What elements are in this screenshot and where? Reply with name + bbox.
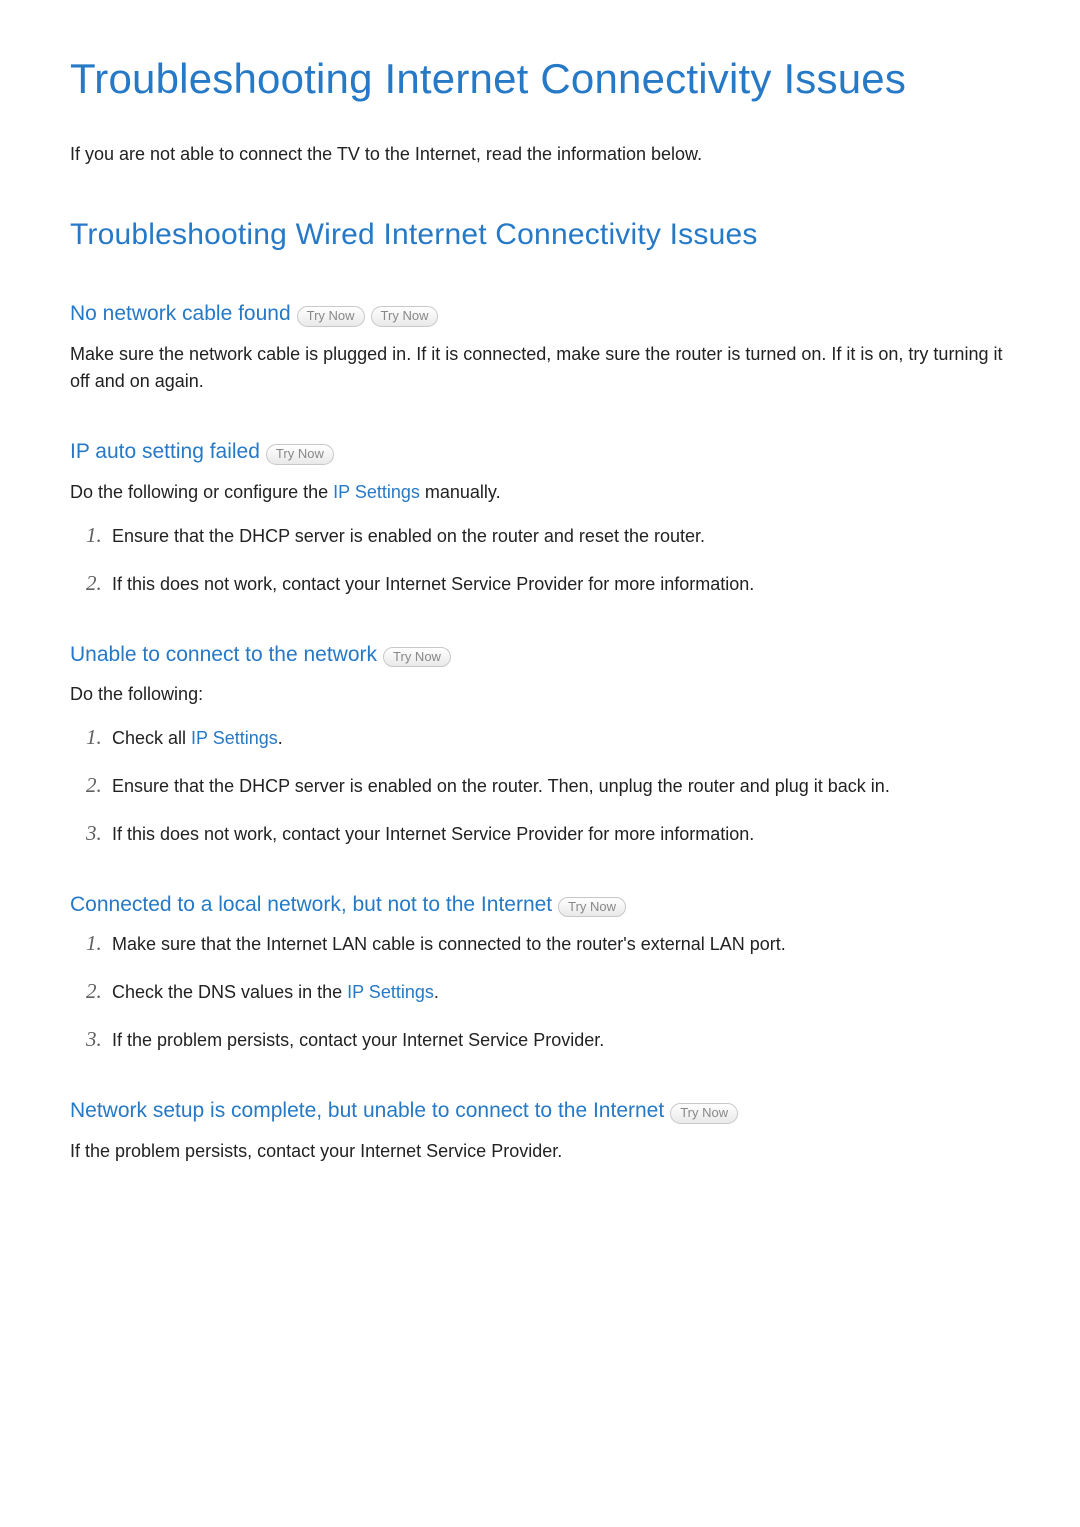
- step-number: 3.: [86, 1027, 112, 1052]
- ip-settings-link[interactable]: IP Settings: [191, 728, 278, 748]
- try-now-button[interactable]: Try Now: [670, 1103, 738, 1124]
- subsection-heading-row: Connected to a local network, but not to…: [70, 893, 1010, 918]
- steps-list: 1. Ensure that the DHCP server is enable…: [70, 523, 1010, 599]
- text-fragment: Check the DNS values in the: [112, 982, 347, 1002]
- text-fragment: Do the following or configure the: [70, 482, 333, 502]
- try-now-button[interactable]: Try Now: [383, 647, 451, 668]
- lead-text: Do the following or configure the IP Set…: [70, 479, 1010, 507]
- page-title: Troubleshooting Internet Connectivity Is…: [70, 55, 1010, 103]
- subsection-heading-row: Network setup is complete, but unable to…: [70, 1099, 1010, 1124]
- subsection-no-cable: No network cable found Try Now Try Now M…: [70, 302, 1010, 396]
- try-now-button[interactable]: Try Now: [371, 306, 439, 327]
- step-text: Ensure that the DHCP server is enabled o…: [112, 523, 705, 551]
- step-text: Check all IP Settings.: [112, 725, 283, 753]
- body-text: If the problem persists, contact your In…: [70, 1138, 1010, 1166]
- list-item: 2. Ensure that the DHCP server is enable…: [86, 773, 1010, 801]
- section-title: Troubleshooting Wired Internet Connectiv…: [70, 218, 1010, 252]
- text-fragment: .: [434, 982, 439, 1002]
- step-number: 1.: [86, 725, 112, 750]
- step-number: 2.: [86, 571, 112, 596]
- list-item: 1. Ensure that the DHCP server is enable…: [86, 523, 1010, 551]
- list-item: 3. If the problem persists, contact your…: [86, 1027, 1010, 1055]
- subsection-unable: Unable to connect to the network Try Now…: [70, 643, 1010, 849]
- subsection-heading: IP auto setting failed: [70, 440, 260, 464]
- body-text: Make sure the network cable is plugged i…: [70, 341, 1010, 397]
- step-text: Ensure that the DHCP server is enabled o…: [112, 773, 890, 801]
- document-page: Troubleshooting Internet Connectivity Is…: [0, 0, 1080, 1527]
- subsection-local-only: Connected to a local network, but not to…: [70, 893, 1010, 1055]
- steps-list: 1. Make sure that the Internet LAN cable…: [70, 931, 1010, 1055]
- list-item: 2. Check the DNS values in the IP Settin…: [86, 979, 1010, 1007]
- subsection-heading: Unable to connect to the network: [70, 643, 377, 667]
- step-number: 2.: [86, 773, 112, 798]
- subsection-heading: No network cable found: [70, 302, 291, 326]
- try-now-button[interactable]: Try Now: [297, 306, 365, 327]
- subsection-setup-done: Network setup is complete, but unable to…: [70, 1099, 1010, 1165]
- step-text: Check the DNS values in the IP Settings.: [112, 979, 439, 1007]
- list-item: 2. If this does not work, contact your I…: [86, 571, 1010, 599]
- subsection-heading-row: No network cable found Try Now Try Now: [70, 302, 1010, 327]
- try-now-button[interactable]: Try Now: [558, 897, 626, 918]
- lead-text: Do the following:: [70, 681, 1010, 709]
- step-number: 3.: [86, 821, 112, 846]
- step-text: If this does not work, contact your Inte…: [112, 571, 754, 599]
- subsection-heading: Connected to a local network, but not to…: [70, 893, 552, 917]
- subsection-heading-row: IP auto setting failed Try Now: [70, 440, 1010, 465]
- steps-list: 1. Check all IP Settings. 2. Ensure that…: [70, 725, 1010, 849]
- subsection-heading-row: Unable to connect to the network Try Now: [70, 643, 1010, 668]
- step-number: 1.: [86, 931, 112, 956]
- list-item: 3. If this does not work, contact your I…: [86, 821, 1010, 849]
- intro-paragraph: If you are not able to connect the TV to…: [70, 141, 1010, 168]
- step-number: 1.: [86, 523, 112, 548]
- text-fragment: .: [278, 728, 283, 748]
- step-text: If this does not work, contact your Inte…: [112, 821, 754, 849]
- text-fragment: Check all: [112, 728, 191, 748]
- list-item: 1. Make sure that the Internet LAN cable…: [86, 931, 1010, 959]
- text-fragment: manually.: [420, 482, 501, 502]
- ip-settings-link[interactable]: IP Settings: [333, 482, 420, 502]
- subsection-heading: Network setup is complete, but unable to…: [70, 1099, 664, 1123]
- step-text: Make sure that the Internet LAN cable is…: [112, 931, 786, 959]
- step-text: If the problem persists, contact your In…: [112, 1027, 604, 1055]
- step-number: 2.: [86, 979, 112, 1004]
- ip-settings-link[interactable]: IP Settings: [347, 982, 434, 1002]
- list-item: 1. Check all IP Settings.: [86, 725, 1010, 753]
- try-now-button[interactable]: Try Now: [266, 444, 334, 465]
- subsection-ip-auto: IP auto setting failed Try Now Do the fo…: [70, 440, 1010, 598]
